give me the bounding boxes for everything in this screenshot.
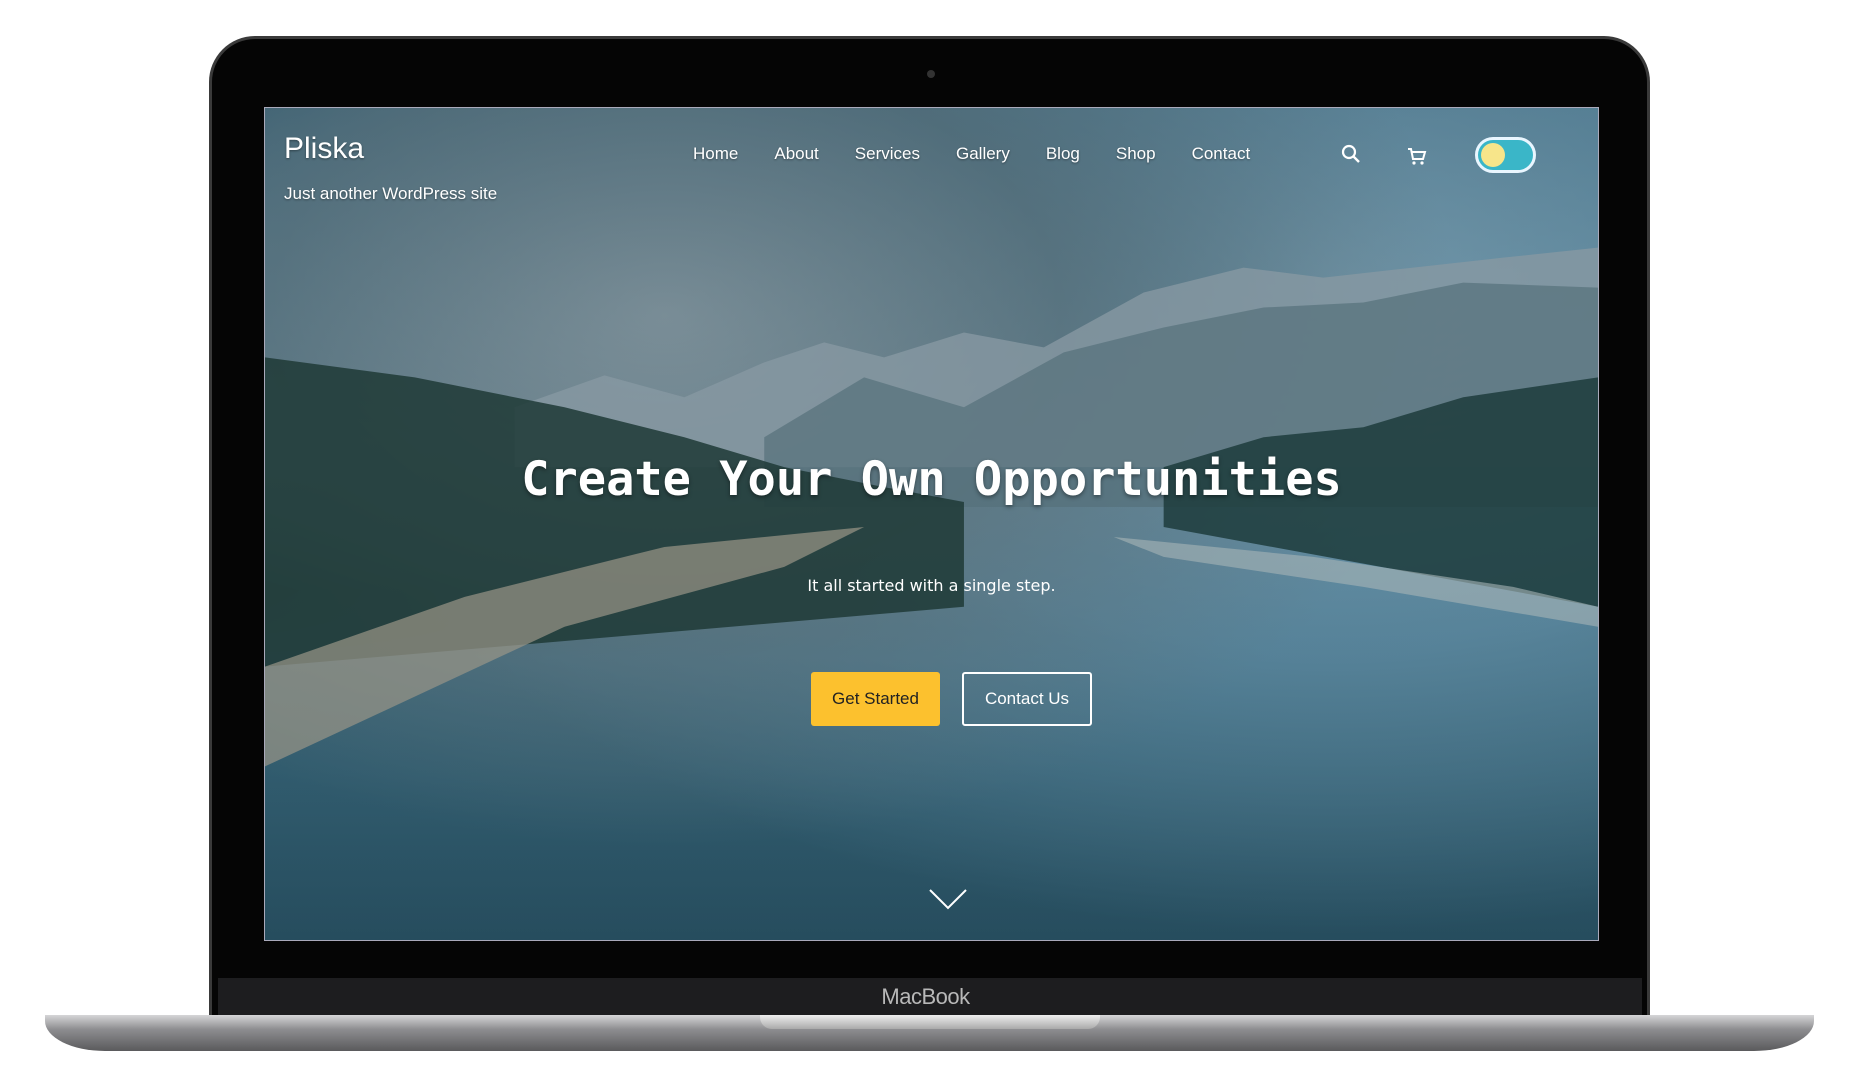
landscape-background: [265, 247, 1598, 767]
hero-title: Create Your Own Opportunities: [521, 452, 1342, 507]
site-header: Pliska Just another WordPress site Home …: [265, 108, 1598, 218]
search-icon[interactable]: [1341, 144, 1361, 164]
main-menu: Home About Services Gallery Blog Shop Co…: [675, 144, 1268, 164]
nav-home[interactable]: Home: [675, 144, 756, 164]
nav-gallery[interactable]: Gallery: [938, 144, 1028, 164]
theme-toggle[interactable]: [1475, 137, 1536, 173]
chevron-down-icon[interactable]: [928, 888, 968, 910]
device-brand: MacBook: [881, 984, 970, 1009]
contact-us-button[interactable]: Contact Us: [962, 672, 1092, 726]
cart-icon[interactable]: [1407, 146, 1427, 166]
nav-services[interactable]: Services: [837, 144, 938, 164]
nav-contact[interactable]: Contact: [1174, 144, 1269, 164]
nav-about[interactable]: About: [756, 144, 836, 164]
website-screen: Pliska Just another WordPress site Home …: [264, 107, 1599, 941]
hero-subtitle: It all started with a single step.: [807, 576, 1056, 595]
get-started-button[interactable]: Get Started: [811, 672, 940, 726]
laptop-notch: [760, 1015, 1100, 1029]
site-title[interactable]: Pliska: [284, 132, 364, 166]
camera: [927, 70, 935, 78]
nav-shop[interactable]: Shop: [1098, 144, 1174, 164]
sun-icon: [1481, 143, 1505, 167]
nav-blog[interactable]: Blog: [1028, 144, 1098, 164]
site-tagline: Just another WordPress site: [284, 184, 498, 203]
